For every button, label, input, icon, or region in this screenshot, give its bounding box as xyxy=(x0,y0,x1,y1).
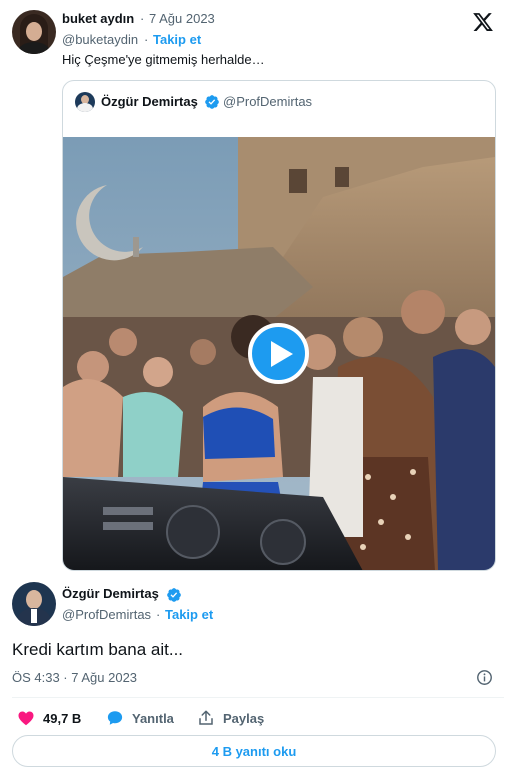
share-label: Paylaş xyxy=(223,710,265,726)
share-button[interactable]: Paylaş xyxy=(197,709,264,727)
tweet-text: Hiç Çeşme'ye gitmemiş herhalde… xyxy=(62,52,265,67)
verified-badge-icon xyxy=(205,95,219,109)
follow-button[interactable]: Takip et xyxy=(153,32,201,47)
x-logo-icon[interactable] xyxy=(472,11,494,33)
tweet-date[interactable]: 7 Ağu 2023 xyxy=(149,11,215,26)
author-name[interactable]: buket aydın xyxy=(62,11,134,26)
play-button[interactable] xyxy=(248,323,309,384)
avatar-ozgur-demirtas[interactable] xyxy=(12,582,56,626)
avatar-buket-aydin[interactable] xyxy=(12,10,56,54)
quoted-author-name: Özgür Demirtaş xyxy=(101,94,198,109)
separator-dot: · xyxy=(140,11,145,26)
reply-button[interactable]: Yanıtla xyxy=(106,709,174,727)
tweet-text: Kredi kartım bana ait... xyxy=(12,640,184,659)
separator-dot: · xyxy=(156,607,161,622)
embedded-tweet-card: buket aydın · 7 Ağu 2023 @buketaydin · T… xyxy=(0,0,516,779)
author-handle[interactable]: @ProfDemirtas xyxy=(62,607,151,622)
like-button[interactable]: 49,7 B xyxy=(17,709,81,727)
tweet-timestamp[interactable]: ÖS 4:33 · 7 Ağu 2023 xyxy=(12,670,137,685)
quoted-tweet[interactable]: Özgür Demirtaş @ProfDemirtas xyxy=(62,80,496,571)
comment-bubble-icon xyxy=(107,711,123,725)
follow-button[interactable]: Takip et xyxy=(165,607,213,622)
info-icon[interactable] xyxy=(476,669,493,686)
divider xyxy=(12,697,504,698)
quoted-author-handle: @ProfDemirtas xyxy=(223,94,313,109)
separator-dot: · xyxy=(144,32,149,47)
video-thumbnail[interactable] xyxy=(63,137,495,570)
play-icon xyxy=(271,341,293,367)
author-name[interactable]: Özgür Demirtaş xyxy=(62,586,159,601)
author-handle[interactable]: @buketaydin xyxy=(62,32,138,47)
read-replies-button[interactable]: 4 B yanıtı oku xyxy=(12,735,496,767)
share-upload-icon xyxy=(199,710,213,725)
reply-label: Yanıtla xyxy=(132,710,174,726)
quoted-avatar xyxy=(75,92,95,112)
heart-icon xyxy=(18,711,34,726)
like-count: 49,7 B xyxy=(43,710,82,726)
verified-badge-icon xyxy=(167,588,181,602)
